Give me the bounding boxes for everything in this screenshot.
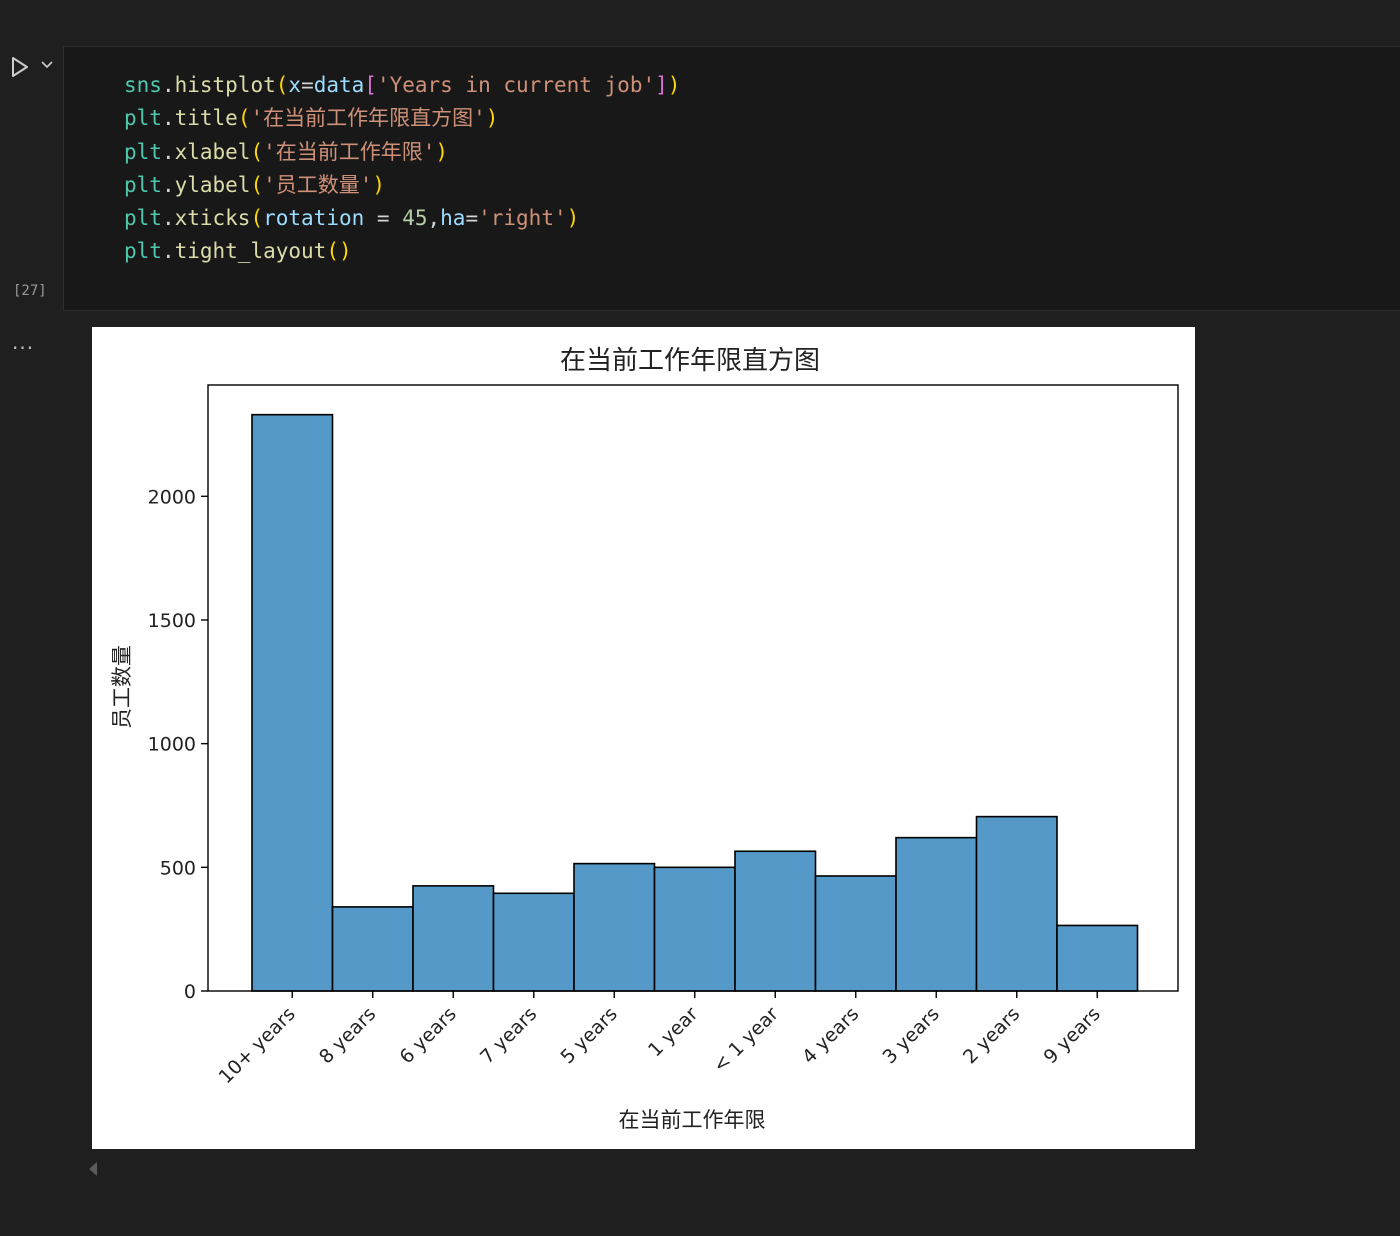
x-tick-label: 4 years [798, 1003, 863, 1068]
y-tick-label: 0 [184, 981, 196, 1003]
chevron-down-icon [41, 61, 53, 69]
x-tick-label: 8 years [315, 1003, 380, 1068]
histogram-chart: 在当前工作年限直方图 在当前工作年限 员工数量 0 500 1000 1500 2000… [110, 346, 1179, 1132]
histogram-bar [895, 836, 978, 992]
code-block[interactable]: sns.histplot(x=data['Years in current jo… [124, 69, 680, 269]
x-tick-label: 5 years [556, 1003, 621, 1068]
chart-title: 在当前工作年限直方图 [560, 346, 820, 376]
histogram-bar [814, 875, 897, 992]
histogram-bar [331, 906, 414, 992]
histogram-bar [975, 815, 1058, 992]
play-icon [12, 57, 28, 77]
histogram-bar [1056, 924, 1139, 992]
histogram-bar [734, 850, 817, 992]
y-tick-label: 1000 [148, 734, 196, 756]
x-tick-label: < 1 year [709, 1003, 783, 1077]
plot-output: 在当前工作年限直方图 在当前工作年限 员工数量 0 500 1000 1500 2000… [92, 327, 1195, 1149]
y-tick-label: 500 [160, 857, 196, 879]
x-tick-label: 3 years [878, 1003, 943, 1068]
histogram-bar [573, 862, 656, 992]
y-tick-label: 1500 [148, 610, 196, 632]
histogram-bar [492, 892, 575, 992]
code-cell-editor[interactable]: sns.histplot(x=data['Years in current jo… [63, 46, 1400, 311]
execution-count: [27] [13, 283, 47, 299]
x-tick-label: 9 years [1039, 1003, 1104, 1068]
x-tick-label: 2 years [959, 1003, 1024, 1068]
run-cell-button[interactable] [8, 54, 32, 80]
x-tick-label: 10+ years [215, 1003, 300, 1088]
horizontal-scroll-left[interactable] [86, 1160, 100, 1178]
histogram-bar [251, 413, 334, 992]
histogram-bar [653, 866, 736, 992]
scroll-left-icon [89, 1162, 97, 1176]
x-tick-label: 6 years [395, 1003, 460, 1068]
run-options-button[interactable] [38, 56, 56, 74]
histogram-bar [412, 885, 495, 992]
y-axis-label: 员工数量 [110, 645, 134, 729]
x-axis-label: 在当前工作年限 [619, 1108, 766, 1132]
x-tick-label: 1 year [644, 1003, 702, 1061]
output-more-actions[interactable]: ... [12, 330, 34, 354]
y-tick-label: 2000 [148, 486, 196, 508]
x-tick-label: 7 years [476, 1003, 541, 1068]
